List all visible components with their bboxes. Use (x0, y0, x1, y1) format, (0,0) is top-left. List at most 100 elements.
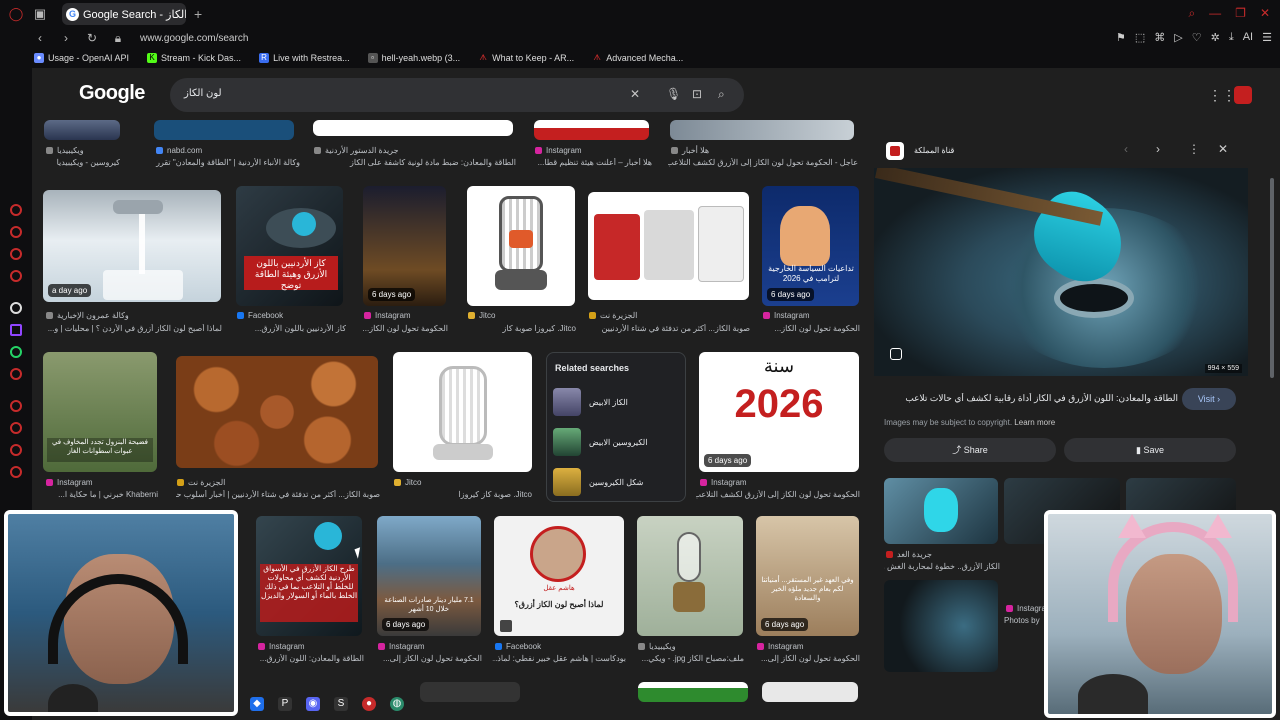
bookmark-item[interactable]: K Stream - Kick Das... (147, 53, 241, 63)
search-icon[interactable]: ⌕ (718, 87, 725, 102)
bookmark-item[interactable]: R Live with Restrea... (259, 53, 350, 63)
related-search-item[interactable]: شكل الكيروسين (553, 467, 683, 497)
result-source[interactable]: الجزيرة نت (177, 478, 225, 487)
result-caption[interactable]: الطاقة والمعادن: اللون الأزرق... (238, 654, 364, 663)
result-source[interactable]: Jitco (468, 311, 495, 320)
back-icon[interactable]: ‹ (34, 31, 46, 45)
image-result[interactable]: 7.1 مليار دينار صادرات الصناعة خلال 10 أ… (377, 516, 481, 636)
snapshot-icon[interactable]: ⬚ (1135, 31, 1145, 44)
bookmark-item[interactable]: ᗑ Advanced Mecha... (592, 53, 683, 63)
image-result[interactable]: وفي العهد غير المستقر... أمنياتنا لكم بع… (756, 516, 859, 636)
close-icon[interactable]: ✕ (1218, 142, 1228, 156)
bookmark-item[interactable]: ▫ hell-yeah.webp (3... (367, 53, 460, 63)
previous-icon[interactable]: ‹ (1124, 142, 1128, 156)
result-caption[interactable]: لماذا أصبح لون الكاز أزرق في الأردن ؟ | … (44, 324, 222, 333)
result-caption[interactable]: بودكاست | هاشم عقل خبير نفطي: لماذ... (492, 654, 626, 663)
result-source[interactable]: ويكيبيديا (46, 146, 84, 155)
result-source[interactable]: وكالة عمرون الإخبارية (46, 311, 129, 320)
sidebar-app-icon[interactable] (10, 400, 22, 412)
result-caption[interactable]: Jitco. صوبة كاز كيروزا (392, 490, 532, 499)
image-result[interactable]: كاز الأردنيين باللون الأزرق وهيئة الطاقة… (236, 186, 343, 306)
image-result[interactable] (670, 120, 854, 140)
download-icon[interactable]: ⤓ (1229, 31, 1234, 44)
result-source[interactable]: ويكيبيديا (638, 642, 676, 651)
result-source[interactable]: Instagram (535, 146, 582, 155)
result-caption[interactable]: الحكومة تحول لون الكاز... (362, 324, 448, 333)
sidebar-app-icon[interactable] (10, 226, 22, 238)
forward-icon[interactable]: › (60, 31, 72, 45)
discord-icon[interactable]: ◉ (306, 697, 320, 711)
scrollbar[interactable] (1270, 178, 1274, 378)
app-icon[interactable]: ◆ (250, 697, 264, 711)
sidebar-app-icon[interactable] (10, 444, 22, 456)
result-caption[interactable]: صوبة الكاز... أكثر من تدفئة في شتاء الأر… (176, 490, 380, 499)
result-source[interactable]: Facebook (237, 311, 283, 320)
image-result[interactable] (467, 186, 575, 306)
result-source[interactable]: Instagram (763, 311, 810, 320)
translate-icon[interactable]: ⌘ (1154, 31, 1165, 44)
sidebar-app-icon[interactable] (10, 368, 22, 380)
search-input[interactable]: لون الكاز (184, 88, 222, 99)
visit-button[interactable]: Visit › (1182, 388, 1236, 410)
image-result[interactable]: a day ago (43, 190, 221, 302)
next-icon[interactable]: › (1156, 142, 1160, 156)
bookmark-icon[interactable]: ⚑ (1116, 31, 1126, 44)
image-result[interactable]: 6 days ago (363, 186, 446, 306)
result-source[interactable]: الجزيرة نت (589, 311, 637, 320)
tab-menu-icon[interactable]: ▣ (32, 6, 48, 22)
result-caption[interactable]: وكالة الأنباء الأردنية | "الطاقة والمعاد… (154, 158, 300, 167)
result-caption[interactable]: كيروسين - ويكيبيديا (44, 158, 120, 167)
image-result[interactable]: فضيحة البنزول تجدد المخاوف في عبوات اسطو… (43, 352, 157, 472)
search-box[interactable]: لون الكاز ✕ 🎙︎ ⊡ ⌕ (170, 78, 744, 112)
result-source[interactable]: هلا أخبار (671, 146, 709, 155)
menu-icon[interactable]: ☰ (1262, 31, 1272, 44)
microphone-icon[interactable]: 🎙︎ (666, 87, 681, 101)
account-avatar[interactable] (1234, 86, 1252, 104)
result-caption[interactable]: الحكومة تحول لون الكاز إلى الأزرق لكشف ا… (696, 490, 860, 499)
minimize-icon[interactable]: — (1209, 6, 1221, 21)
url-field[interactable]: www.google.com/search (140, 33, 248, 44)
result-caption[interactable]: صوبة الكاز... أكثر من تدفئة في شتاء الأر… (586, 324, 750, 333)
image-result[interactable] (44, 120, 120, 140)
globe-icon[interactable]: ◍ (390, 697, 404, 711)
result-source[interactable]: Instagram (700, 478, 747, 487)
image-result[interactable]: هاشم عقل لماذا أصبح لون الكاز أزرق؟ (494, 516, 624, 636)
panel-title[interactable]: الطاقة والمعادن: اللون الأزرق في الكاز أ… (884, 393, 1178, 404)
result-caption[interactable]: Khaberni خبرني | ما حكاية ا... (44, 490, 158, 499)
learn-more-link[interactable]: Learn more (1014, 418, 1055, 427)
result-caption[interactable]: هلا أخبار – أعلنت هيئة تنظيم قطا... (532, 158, 652, 167)
maximize-icon[interactable]: ❐ (1235, 6, 1246, 21)
ai-icon[interactable]: AI (1243, 31, 1253, 44)
result-source[interactable]: Instagram (46, 478, 93, 487)
settings-icon[interactable] (10, 466, 22, 478)
tab-google-search[interactable]: G Google Search - لون الكاز (62, 3, 186, 25)
image-result[interactable] (534, 120, 649, 140)
more-options-icon[interactable]: ⋮ (1188, 142, 1200, 156)
result-caption[interactable]: الحكومة تحول لون الكاز إلى... (376, 654, 482, 663)
result-caption[interactable]: الحكومة تحول لون الكاز إلى... (754, 654, 860, 663)
result-source[interactable]: Instagram (378, 642, 425, 651)
clear-icon[interactable]: ✕ (630, 87, 640, 101)
result-caption[interactable]: الحكومة تحول لون الكاز... (760, 324, 860, 333)
result-source[interactable]: Jitco (394, 478, 421, 487)
bookmark-item[interactable]: ᗑ What to Keep - AR... (478, 53, 574, 63)
related-image[interactable] (884, 478, 998, 544)
related-search-item[interactable]: الكاز الابيض (553, 387, 683, 417)
related-image[interactable] (884, 580, 998, 672)
related-search-item[interactable]: الكيروسين الابيض (553, 427, 683, 457)
image-result[interactable] (154, 120, 294, 140)
app-icon[interactable]: P (278, 697, 292, 711)
save-button[interactable]: ▮ Save (1064, 438, 1236, 462)
result-source[interactable]: جريدة الغد (886, 550, 932, 559)
heart-icon[interactable]: ♡ (1192, 31, 1202, 44)
bookmark-item[interactable]: ● Usage - OpenAI API (34, 53, 129, 63)
result-source[interactable]: جريدة الدستور الأردنية (314, 146, 399, 155)
panel-source[interactable]: قناة المملكة (914, 146, 954, 155)
result-caption[interactable]: عاجل - الحكومة تحول لون الكاز إلى الأزرق… (668, 158, 858, 167)
result-source[interactable]: Facebook (495, 642, 541, 651)
play-icon[interactable]: ▷ (1174, 31, 1182, 44)
image-result[interactable] (393, 352, 532, 472)
image-result[interactable] (313, 120, 513, 136)
sidebar-app-icon[interactable] (10, 204, 22, 216)
whatsapp-icon[interactable] (10, 346, 22, 358)
